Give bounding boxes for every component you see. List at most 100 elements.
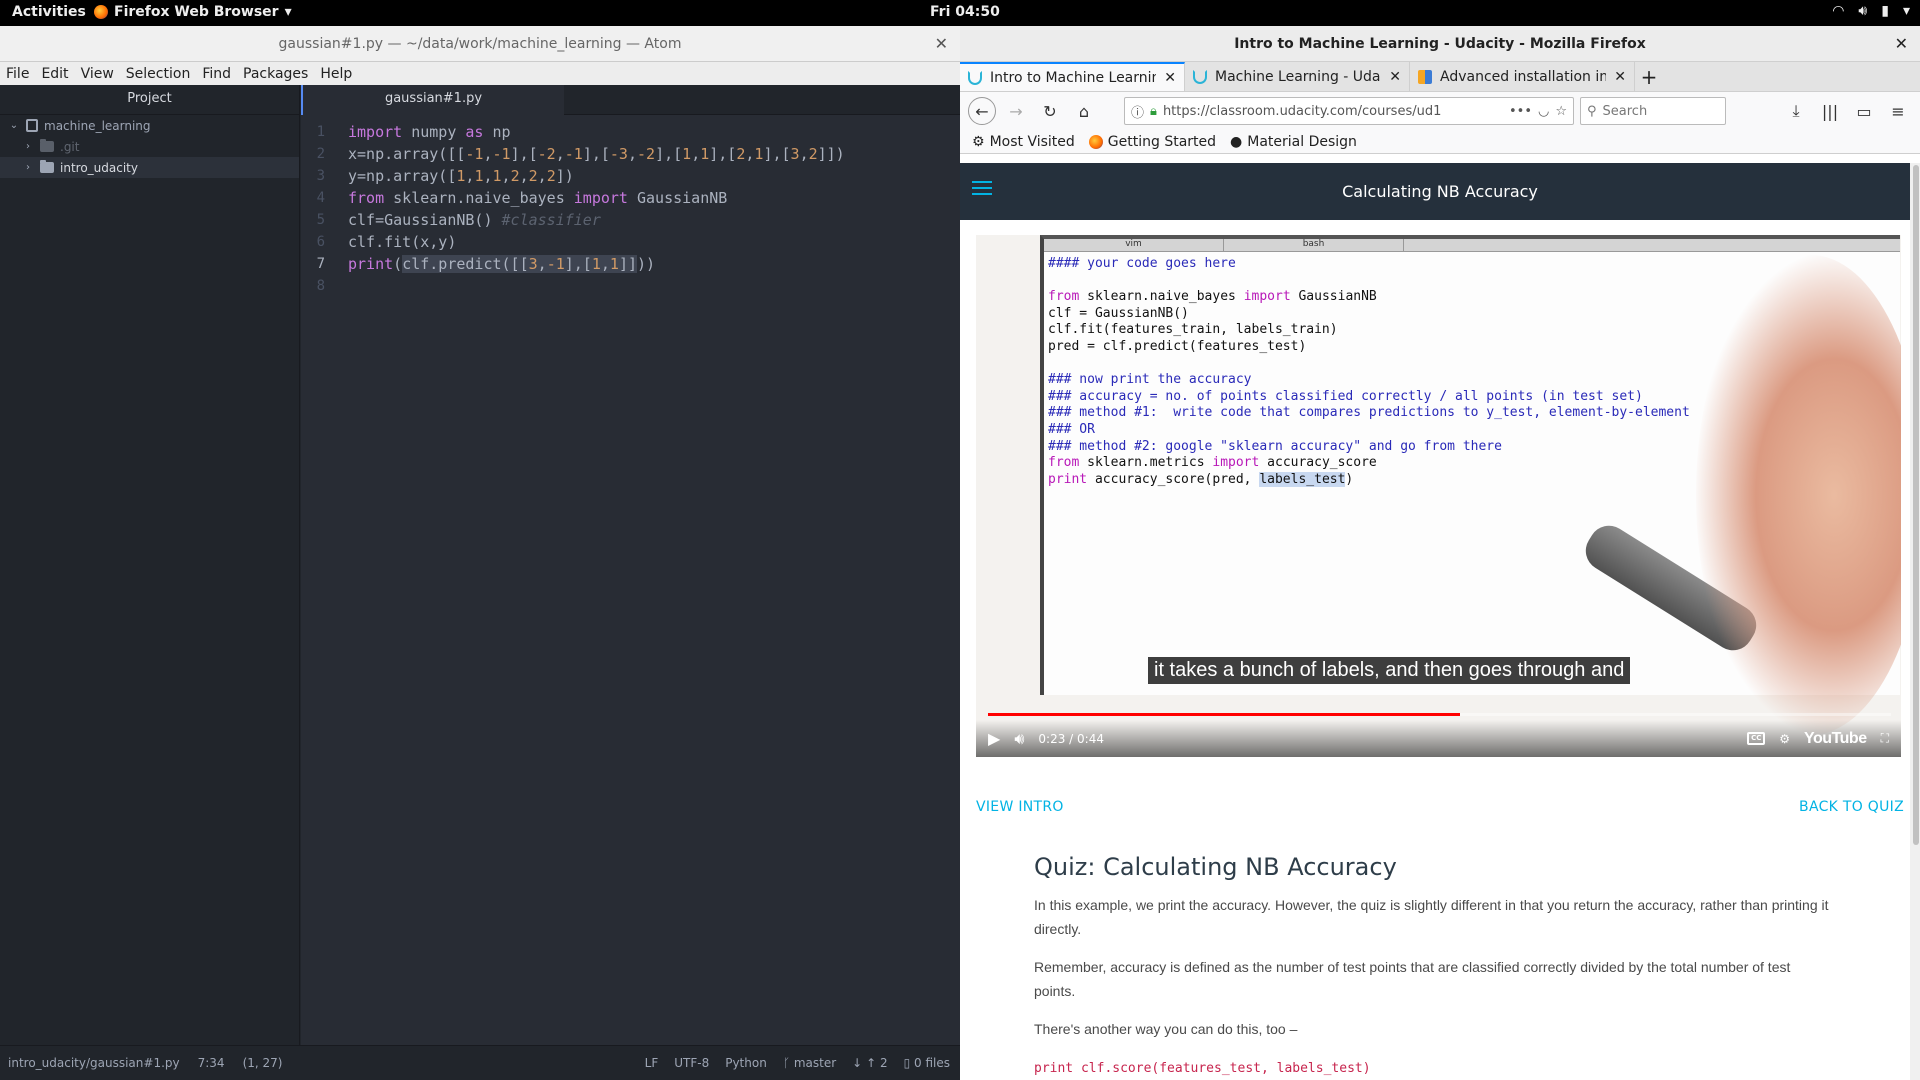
line-number: 4 [316,190,325,206]
reload-button[interactable]: ↻ [1036,97,1064,125]
status-grammar[interactable]: Python [725,1056,767,1070]
tab-label: Intro to Machine Learning [990,69,1157,86]
browser-tab[interactable]: Machine Learning - Udacity ✕ [1185,62,1410,91]
menu-find[interactable]: Find [196,66,237,82]
firefox-window: Intro to Machine Learning - Udacity - Mo… [960,26,1920,1080]
status-cursor-position[interactable]: 7:34 [198,1056,225,1070]
library-icon[interactable]: ||| [1816,97,1844,125]
video-code-line: ### now print the accuracy [1048,372,1252,388]
lock-icon: 🔒︎ [1150,103,1157,119]
bookmark-material-design[interactable]: ● Material Design [1230,134,1357,150]
search-icon: ⚲ [1587,103,1597,119]
youtube-logo[interactable]: YouTube [1804,730,1867,748]
atom-menubar: File Edit View Selection Find Packages H… [0,62,960,85]
browser-tab[interactable]: Intro to Machine Learning ✕ [960,62,1185,91]
code-editor[interactable]: 1 import numpy as np 2 x=np.array([[-1,-1]… [301,115,960,297]
pocket-icon[interactable]: ◡ [1538,104,1549,119]
chevron-right-icon: › [26,141,30,152]
video-code-line: ### method #2: google "sklearn accuracy"… [1048,438,1502,454]
tree-item-label: machine_learning [44,118,151,133]
close-icon[interactable]: ✕ [1614,69,1626,85]
article-paragraph: Remember, accuracy is defined as the num… [1034,959,1791,999]
captions-icon[interactable]: CC [1747,732,1766,745]
menu-view[interactable]: View [75,66,120,82]
bookmarks-toolbar: ⚙ Most Visited Getting Started ● Material … [960,130,1920,154]
status-file-path[interactable]: intro_udacity/gaussian#1.py [8,1056,180,1070]
play-icon[interactable]: ▶ [988,729,1000,748]
wifi-icon: ◠ [1832,3,1845,19]
fullscreen-icon[interactable]: ⛶ [1881,731,1889,746]
close-icon[interactable]: ✕ [1895,34,1908,53]
forward-button[interactable]: → [1002,97,1030,125]
close-icon[interactable]: ✕ [935,34,948,53]
app-menu-label: Firefox Web Browser [114,4,279,20]
video-controls: ▶ 🔊︎ 0:23 / 0:44 CC ⚙ YouTube ⛶ [976,720,1901,757]
downloads-icon[interactable]: ⤓ [1782,97,1810,125]
info-icon[interactable]: ⓘ [1131,102,1144,121]
classroom-header: Calculating NB Accuracy [960,163,1920,220]
tab-label: Advanced installation inst [1440,68,1607,85]
bookmark-most-visited[interactable]: ⚙ Most Visited [972,134,1075,150]
menu-packages[interactable]: Packages [237,66,314,82]
code-line: y=np.array([1,1,1,2,2,2]) [348,167,574,185]
video-progress-fill [988,713,1461,716]
status-github-files[interactable]: ▯ 0 files [904,1056,950,1070]
tree-item-root[interactable]: ⌄ machine_learning [0,115,299,136]
anaconda-favicon-icon [1418,69,1432,84]
code-line: import numpy as np [348,123,511,141]
status-selection-count[interactable]: (1, 27) [243,1056,283,1070]
search-input[interactable]: Search [1603,104,1648,119]
close-icon[interactable]: ✕ [1389,69,1401,85]
page-actions-icon[interactable]: ••• [1509,104,1532,119]
project-tree-header[interactable]: Project [0,85,299,115]
system-tray[interactable]: ◠ 🔊︎ ▮ ▾ [1832,3,1910,19]
video-progress-bar[interactable] [988,713,1891,716]
menu-selection[interactable]: Selection [120,66,197,82]
push-count: 2 [879,1056,888,1070]
bookmark-star-icon[interactable]: ☆ [1555,104,1567,119]
activities-button[interactable]: Activities [12,4,86,20]
tree-item-intro-udacity[interactable]: › intro_udacity [0,157,299,178]
status-encoding[interactable]: UTF-8 [674,1056,709,1070]
settings-gear-icon[interactable]: ⚙ [1779,732,1790,746]
status-git-branch[interactable]: ᚴ master [783,1056,836,1070]
chevron-down-icon: ▾ [284,4,292,20]
tab-label: Machine Learning - Udacity [1215,68,1381,85]
tree-item-git[interactable]: › .git [0,136,299,157]
tree-item-label: intro_udacity [60,160,138,175]
clock[interactable]: Fri 04:50 [930,4,1000,20]
back-to-quiz-link[interactable]: BACK TO QUIZ [1799,799,1904,815]
editor-tab-bar: gaussian#1.py [301,85,960,115]
status-git-sync[interactable]: ↓ ↑ 2 [852,1056,887,1070]
menu-file[interactable]: File [0,66,35,82]
search-bar[interactable]: ⚲ Search [1580,97,1726,125]
new-tab-button[interactable]: + [1635,62,1663,91]
bookmark-getting-started[interactable]: Getting Started [1088,134,1216,150]
url-bar[interactable]: ⓘ 🔒︎ https://classroom.udacity.com/cours… [1124,97,1574,125]
browser-tab[interactable]: Advanced installation inst ✕ [1410,62,1635,91]
editor-tab[interactable]: gaussian#1.py [301,85,564,115]
video-code-line: pred = clf.predict(features_test) [1048,338,1307,354]
close-icon[interactable]: ✕ [1164,70,1176,86]
page-scrollbar[interactable] [1910,163,1920,1080]
back-button[interactable]: ← [968,97,996,125]
branch-label: master [793,1056,837,1070]
terminal-tabs: vim bash [1044,239,1900,252]
article-heading: Quiz: Calculating NB Accuracy [1034,853,1397,881]
view-intro-link[interactable]: VIEW INTRO [976,799,1064,815]
home-button[interactable]: ⌂ [1070,97,1098,125]
sidebar-icon[interactable]: ▭ [1850,97,1878,125]
video-caption: it takes a bunch of labels, and then goe… [1148,657,1631,684]
hamburger-menu-icon[interactable]: ≡ [1884,97,1912,125]
status-line-ending[interactable]: LF [645,1056,659,1070]
hamburger-menu-icon[interactable] [972,181,992,195]
scrollbar-thumb[interactable] [1913,165,1919,845]
url-text[interactable]: https://classroom.udacity.com/courses/ud… [1163,104,1503,119]
video-player[interactable]: vim bash #### your code goes here from s… [976,235,1901,757]
menu-edit[interactable]: Edit [35,66,74,82]
line-number: 8 [316,278,325,294]
menu-help[interactable]: Help [314,66,358,82]
volume-icon[interactable]: 🔊︎ [1014,729,1024,749]
app-menu[interactable]: Firefox Web Browser ▾ [94,4,292,20]
